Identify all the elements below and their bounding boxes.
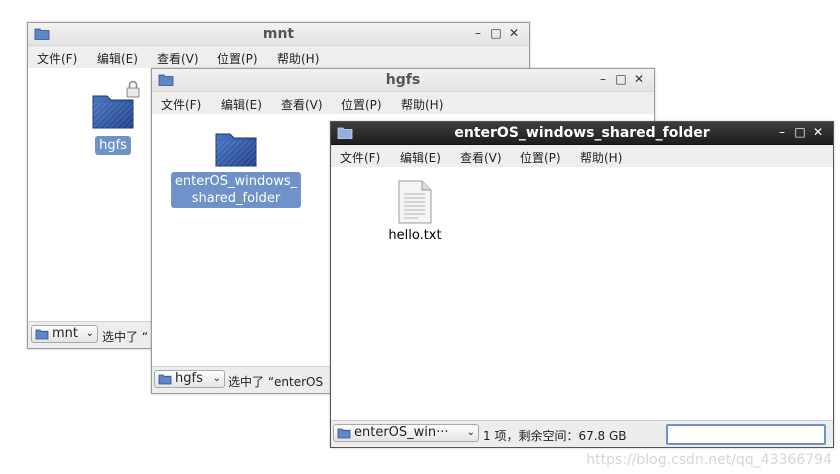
item-label: hgfs — [95, 136, 131, 155]
watermark: https://blog.csdn.net/qq_43366794 — [586, 452, 832, 468]
folder-icon — [337, 428, 351, 439]
folder-icon — [215, 133, 257, 167]
window-shared-folder[interactable]: enterOS_windows_shared_folder – □ ✕ 文件(F) … — [330, 121, 834, 448]
menu-help[interactable]: 帮助(H) — [277, 50, 319, 67]
window-controls: – □ ✕ — [469, 26, 523, 40]
status-text: 选中了 “ — [102, 330, 149, 344]
minimize-button[interactable]: – — [773, 125, 791, 139]
menu-view[interactable]: 查看(V) — [460, 149, 502, 166]
item-label-line1: enterOS_windows_ — [174, 174, 298, 189]
menu-edit[interactable]: 编辑(E) — [97, 50, 138, 67]
menu-file[interactable]: 文件(F) — [340, 149, 380, 166]
window-title: mnt — [262, 26, 295, 42]
folder-item-shared[interactable]: enterOS_windows_ shared_folder — [166, 128, 306, 208]
menubar: 文件(F) 编辑(E) 查看(V) 位置(P) 帮助(H) — [331, 145, 833, 167]
statusbar: enterOS_win··· ⌄ 1 项，剩余空间：67.8 GB — [331, 420, 833, 447]
location-combo[interactable]: enterOS_win··· ⌄ — [333, 424, 479, 442]
close-button[interactable]: ✕ — [630, 72, 648, 86]
menu-location[interactable]: 位置(P) — [217, 50, 258, 67]
file-item-hello[interactable]: hello.txt — [381, 180, 449, 245]
close-button[interactable]: ✕ — [505, 26, 523, 40]
window-controls: – □ ✕ — [773, 125, 827, 139]
menu-view[interactable]: 查看(V) — [157, 50, 199, 67]
maximize-button[interactable]: □ — [487, 26, 505, 40]
folder-icon — [35, 329, 49, 340]
menubar: 文件(F) 编辑(E) 查看(V) 位置(P) 帮助(H) — [152, 92, 654, 114]
location-label: enterOS_win··· — [354, 425, 449, 440]
lock-icon — [126, 80, 140, 98]
menu-file[interactable]: 文件(F) — [37, 50, 77, 67]
menu-help[interactable]: 帮助(H) — [580, 149, 622, 166]
item-label: hello.txt — [388, 228, 442, 243]
minimize-button[interactable]: – — [469, 26, 487, 40]
menu-edit[interactable]: 编辑(E) — [221, 96, 262, 113]
status-text: 选中了 “enterOS — [228, 375, 324, 389]
window-title: hgfs — [385, 72, 421, 88]
menu-location[interactable]: 位置(P) — [341, 96, 382, 113]
location-label: hgfs — [175, 371, 203, 386]
menu-view[interactable]: 查看(V) — [281, 96, 323, 113]
menu-help[interactable]: 帮助(H) — [401, 96, 443, 113]
minimize-button[interactable]: – — [594, 72, 612, 86]
titlebar[interactable]: enterOS_windows_shared_folder – □ ✕ — [331, 122, 833, 145]
chevron-down-icon: ⌄ — [85, 328, 94, 339]
menu-edit[interactable]: 编辑(E) — [400, 149, 441, 166]
item-label: enterOS_windows_ shared_folder — [170, 172, 302, 208]
location-combo[interactable]: mnt ⌄ — [31, 325, 98, 343]
titlebar[interactable]: mnt – □ ✕ — [28, 23, 529, 46]
window-controls: – □ ✕ — [594, 72, 648, 86]
menu-file[interactable]: 文件(F) — [161, 96, 201, 113]
chevron-down-icon: ⌄ — [212, 373, 221, 384]
maximize-button[interactable]: □ — [791, 125, 809, 139]
text-input[interactable] — [666, 424, 826, 445]
titlebar[interactable]: hgfs – □ ✕ — [152, 69, 654, 92]
text-file-icon — [398, 180, 432, 224]
location-label: mnt — [52, 326, 78, 341]
chevron-down-icon: ⌄ — [466, 427, 475, 438]
folder-item-hgfs[interactable]: hgfs — [83, 80, 143, 155]
item-label-line2: shared_folder — [191, 191, 281, 206]
maximize-button[interactable]: □ — [612, 72, 630, 86]
window-title: enterOS_windows_shared_folder — [454, 125, 710, 141]
status-text: 1 项，剩余空间：67.8 GB — [483, 429, 627, 443]
folder-icon — [158, 374, 172, 385]
file-view[interactable]: hello.txt — [331, 167, 833, 421]
menu-location[interactable]: 位置(P) — [520, 149, 561, 166]
menubar: 文件(F) 编辑(E) 查看(V) 位置(P) 帮助(H) — [28, 46, 529, 68]
location-combo[interactable]: hgfs ⌄ — [154, 370, 225, 388]
close-button[interactable]: ✕ — [809, 125, 827, 139]
